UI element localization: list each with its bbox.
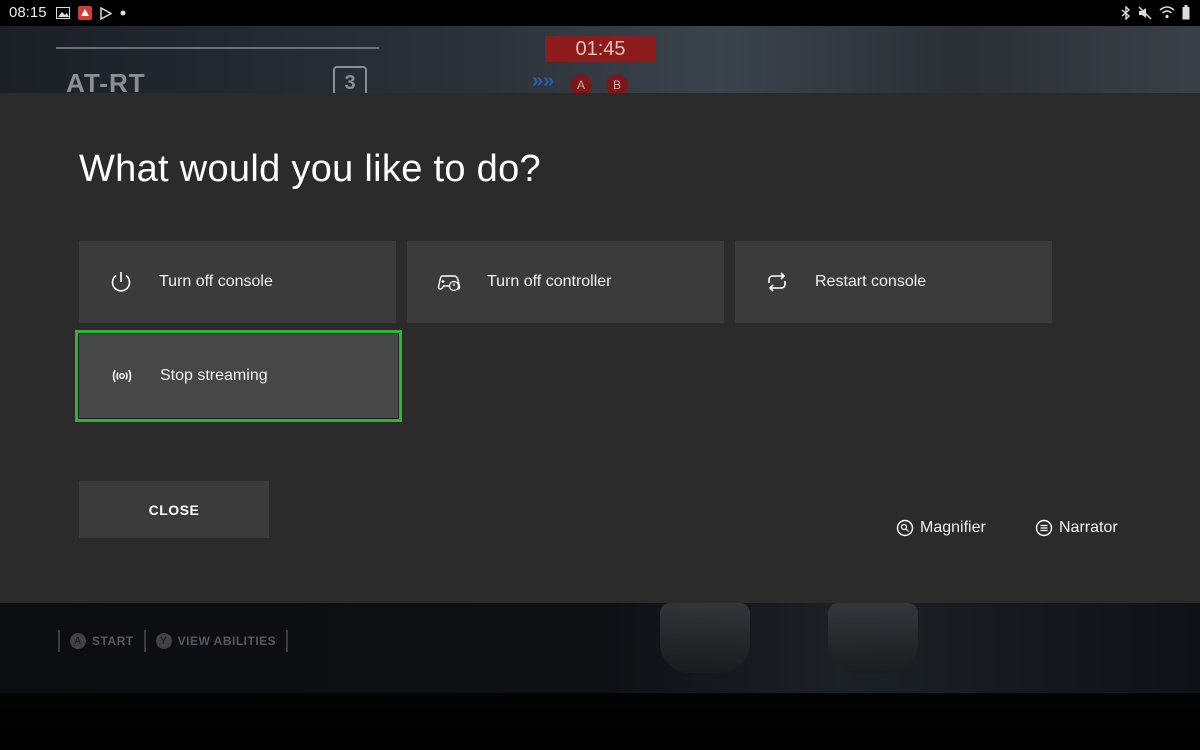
hint-start: A START [70, 633, 134, 649]
walker-leg-left [660, 603, 750, 673]
status-system-icons [1121, 5, 1190, 20]
hint-start-label: START [92, 634, 134, 648]
hint-separator [58, 630, 60, 652]
hint-view-abilities: Y VIEW ABILITIES [155, 633, 277, 649]
streaming-icon [112, 369, 132, 383]
magnifier-label: Magnifier [920, 519, 986, 536]
hud-divider [56, 47, 379, 49]
magnifier-button[interactable]: Magnifier [896, 519, 986, 537]
game-hint-bar: A START Y VIEW ABILITIES [58, 630, 289, 652]
power-icon [111, 272, 131, 292]
magnifier-icon [896, 519, 914, 537]
hud-timer: 01:45 [545, 36, 656, 62]
turn-off-console-button[interactable]: Turn off console [79, 241, 396, 323]
power-dialog: What would you like to do? Turn off cons… [0, 93, 1200, 603]
turn-off-controller-label: Turn off controller [487, 273, 612, 290]
status-bar: 08:15 [0, 0, 1200, 26]
y-button-icon: Y [155, 633, 172, 649]
status-notifications [56, 6, 126, 20]
play-store-icon [100, 6, 112, 20]
stop-streaming-button[interactable]: Stop streaming [75, 330, 402, 422]
stop-streaming-label: Stop streaming [160, 367, 268, 384]
hint-view-abilities-label: VIEW ABILITIES [177, 634, 277, 648]
narrator-icon [1035, 519, 1053, 537]
walker-leg-right [828, 603, 918, 673]
hint-separator [143, 630, 146, 652]
narrator-button[interactable]: Narrator [1035, 519, 1118, 537]
dialog-title: What would you like to do? [79, 148, 541, 190]
hud-chevrons-icon: »» [532, 70, 555, 92]
narrator-label: Narrator [1059, 519, 1118, 536]
turn-off-console-label: Turn off console [159, 273, 273, 290]
restart-console-label: Restart console [815, 273, 927, 290]
app-notification-icon [78, 6, 92, 20]
close-button[interactable]: CLOSE [79, 481, 269, 538]
restart-console-button[interactable]: Restart console [735, 241, 1052, 323]
battery-icon [1182, 5, 1190, 20]
wifi-icon [1159, 6, 1175, 19]
dot-icon [120, 10, 126, 16]
image-icon [56, 7, 70, 19]
turn-off-controller-button[interactable]: Turn off controller [407, 241, 724, 323]
restart-icon [768, 272, 786, 292]
status-time: 08:15 [9, 4, 47, 21]
controller-power-icon [437, 275, 461, 292]
bluetooth-icon [1121, 5, 1131, 20]
a-button-icon: A [70, 633, 86, 649]
hint-separator [286, 630, 289, 652]
mute-icon [1138, 6, 1152, 19]
